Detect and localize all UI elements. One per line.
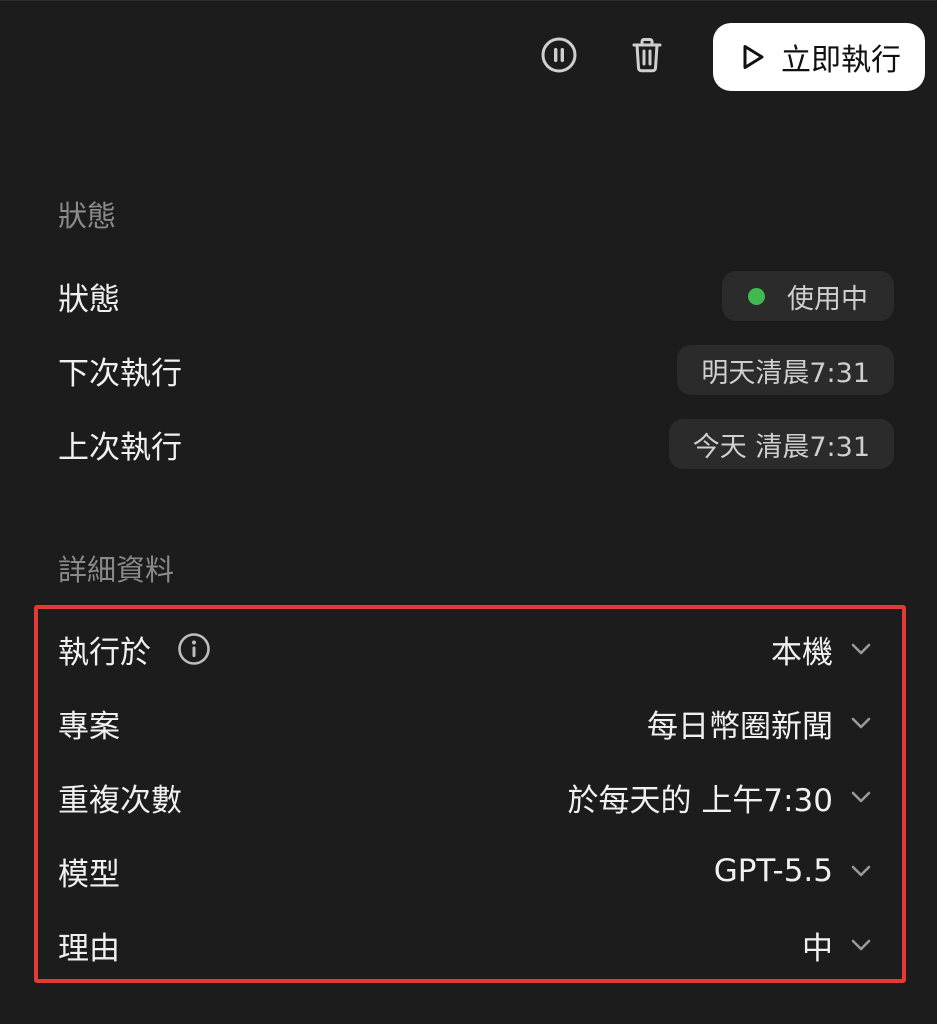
project-label: 專案 — [58, 708, 120, 745]
run-now-label: 立即執行 — [781, 43, 901, 78]
chevron-down-icon — [849, 859, 873, 883]
repeat-row: 重複次數 於每天的 上午7:30 — [58, 771, 873, 823]
status-value: 使用中 — [787, 283, 868, 315]
run-on-label-group: 執行於 — [58, 627, 211, 672]
repeat-value: 於每天的 上午7:30 — [567, 782, 833, 819]
next-run-value: 明天清晨7:31 — [677, 345, 894, 395]
trash-icon — [629, 36, 665, 78]
model-value: GPT-5.5 — [713, 853, 833, 889]
last-run-row: 上次執行 今天 清晨7:31 — [58, 418, 894, 470]
next-run-label: 下次執行 — [58, 355, 182, 392]
run-on-label: 執行於 — [58, 634, 151, 671]
status-row: 狀態 使用中 — [58, 270, 894, 322]
status-badge: 使用中 — [722, 271, 894, 321]
project-dropdown[interactable]: 每日幣圈新聞 — [647, 701, 873, 746]
delete-button[interactable] — [625, 35, 669, 79]
run-on-dropdown[interactable]: 本機 — [771, 627, 873, 672]
active-dot-icon — [748, 287, 765, 305]
reasoning-value: 中 — [802, 930, 833, 967]
model-row: 模型 GPT-5.5 — [58, 845, 873, 897]
play-icon — [741, 43, 765, 71]
chevron-down-icon — [849, 785, 873, 809]
repeat-label: 重複次數 — [58, 782, 182, 819]
status-section-title: 狀態 — [58, 199, 117, 233]
chevron-down-icon — [849, 933, 873, 957]
automation-detail-panel: 立即執行 狀態 狀態 使用中 下次執行 明天清晨7:31 上次執行 今天 清晨7… — [0, 0, 937, 1024]
chevron-down-icon — [849, 637, 873, 661]
project-value: 每日幣圈新聞 — [647, 708, 833, 745]
model-dropdown[interactable]: GPT-5.5 — [714, 853, 873, 889]
pause-circle-icon — [540, 36, 578, 78]
project-row: 專案 每日幣圈新聞 — [58, 697, 873, 749]
last-run-label: 上次執行 — [58, 429, 182, 466]
reasoning-dropdown[interactable]: 中 — [802, 923, 873, 968]
status-label: 狀態 — [58, 281, 120, 318]
reasoning-label: 理由 — [58, 930, 120, 967]
next-run-row: 下次執行 明天清晨7:31 — [58, 344, 894, 396]
chevron-down-icon — [849, 711, 873, 735]
reasoning-row: 理由 中 — [58, 919, 873, 971]
run-on-value: 本機 — [771, 634, 833, 671]
pause-button[interactable] — [537, 35, 581, 79]
info-icon[interactable] — [177, 632, 211, 666]
toolbar: 立即執行 — [537, 23, 925, 91]
model-label: 模型 — [58, 856, 120, 893]
repeat-dropdown[interactable]: 於每天的 上午7:30 — [568, 775, 873, 820]
run-on-row: 執行於 本機 — [58, 623, 873, 675]
run-now-button[interactable]: 立即執行 — [713, 23, 925, 91]
last-run-value: 今天 清晨7:31 — [668, 419, 894, 469]
details-section-title: 詳細資料 — [58, 553, 175, 587]
